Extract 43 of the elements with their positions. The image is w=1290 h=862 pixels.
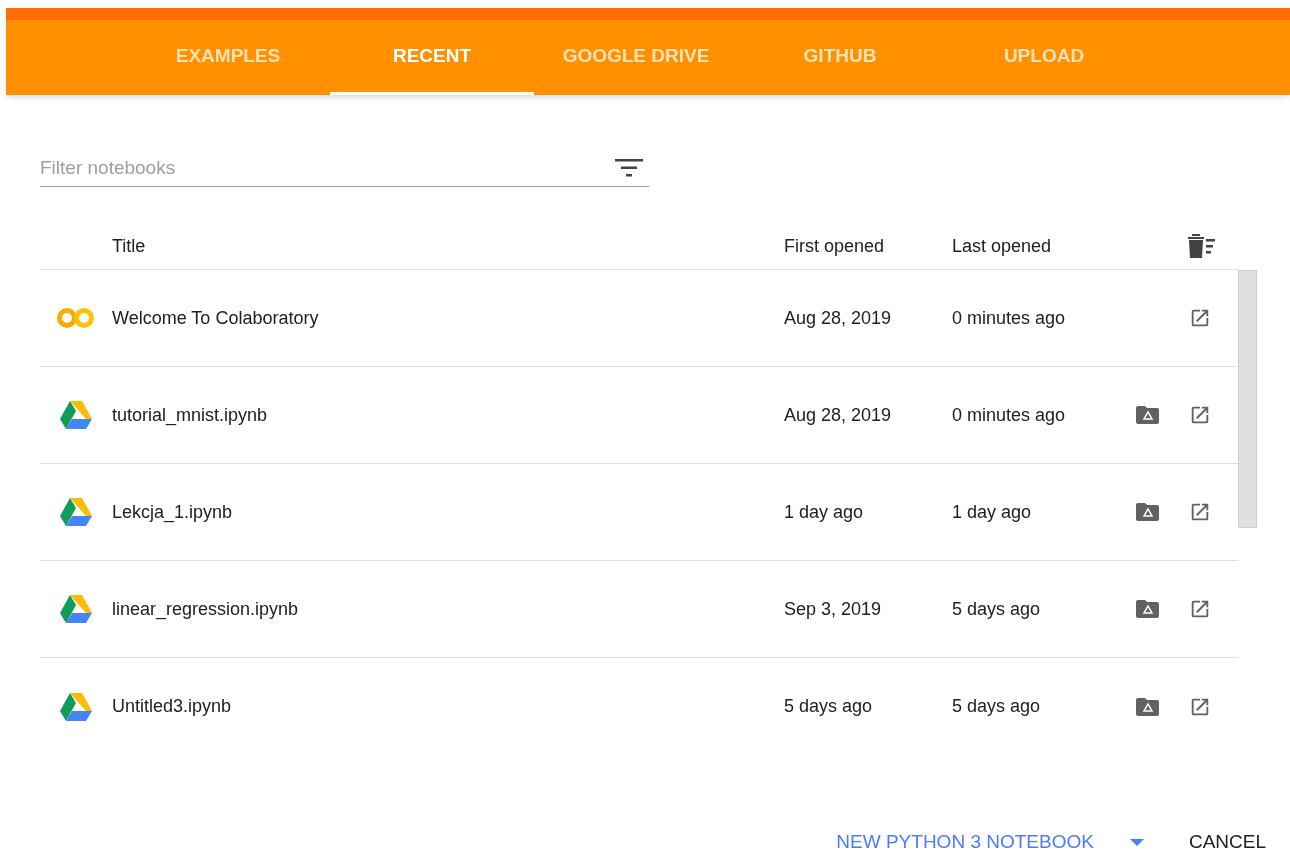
drive-folder-icon[interactable] (1136, 599, 1160, 619)
filter-icon[interactable] (615, 158, 643, 178)
first-opened: 1 day ago (784, 500, 865, 524)
drive-logo-icon (59, 691, 93, 722)
first-opened: Sep 3, 2019 (784, 597, 883, 621)
last-opened: 1 day ago (952, 500, 1033, 524)
drive-folder-icon[interactable] (1136, 696, 1160, 717)
column-header: Title (112, 234, 147, 258)
notebook-title: Lekcja_1.ipynb (112, 500, 234, 525)
first-opened: Aug 28, 2019 (784, 306, 893, 330)
drive-folder-icon[interactable] (1136, 502, 1160, 522)
drive-logo-icon (59, 400, 93, 430)
open-in-new-icon[interactable] (1189, 598, 1211, 620)
column-header: First opened (784, 234, 886, 258)
notebook-row[interactable]: linear_regression.ipynb Sep 3, 2019 5 days ago (40, 561, 1238, 658)
open-in-new-icon[interactable] (1189, 501, 1211, 523)
open-in-new-icon[interactable] (1189, 307, 1211, 329)
cancel-button[interactable]: CANCEL (1188, 827, 1266, 857)
first-opened: Aug 28, 2019 (784, 403, 893, 427)
notebook-row[interactable]: Lekcja_1.ipynb 1 day ago 1 day ago (40, 464, 1238, 561)
last-opened: 5 days ago (952, 695, 1042, 718)
column-header: Last opened (952, 234, 1053, 258)
filter-field[interactable]: Filter notebooks (40, 153, 615, 183)
notebook-row[interactable]: Welcome To Colaboratory Aug 28, 2019 0 minutes ago (40, 270, 1238, 367)
scrollbar[interactable] (1238, 270, 1257, 528)
open-in-new-icon[interactable] (1189, 404, 1211, 426)
notebook-title: linear_regression.ipynb (112, 597, 300, 622)
last-opened: 0 minutes ago (952, 403, 1067, 427)
drive-folder-icon[interactable] (1136, 405, 1160, 425)
notebook-title: Welcome To Colaboratory (112, 306, 320, 330)
drive-logo-icon (59, 497, 93, 527)
last-opened: 5 days ago (952, 597, 1042, 621)
delete-sort-icon[interactable] (1186, 233, 1216, 259)
last-opened: 0 minutes ago (952, 306, 1067, 330)
colab-logo-icon (56, 307, 96, 329)
notebook-title: Untitled3.ipynb (112, 695, 233, 718)
first-opened: 5 days ago (784, 695, 874, 718)
notebook-title: tutorial_mnist.ipynb (112, 403, 269, 428)
new-notebook-button[interactable]: NEW PYTHON 3 NOTEBOOK (836, 827, 1094, 857)
notebook-row[interactable]: tutorial_mnist.ipynb Aug 28, 2019 0 minutes ago (40, 367, 1238, 464)
dropdown-caret-icon[interactable] (1128, 837, 1145, 847)
notebook-row[interactable]: Untitled3.ipynb 5 days ago 5 days ago (40, 658, 1238, 755)
drive-logo-icon (59, 594, 93, 624)
